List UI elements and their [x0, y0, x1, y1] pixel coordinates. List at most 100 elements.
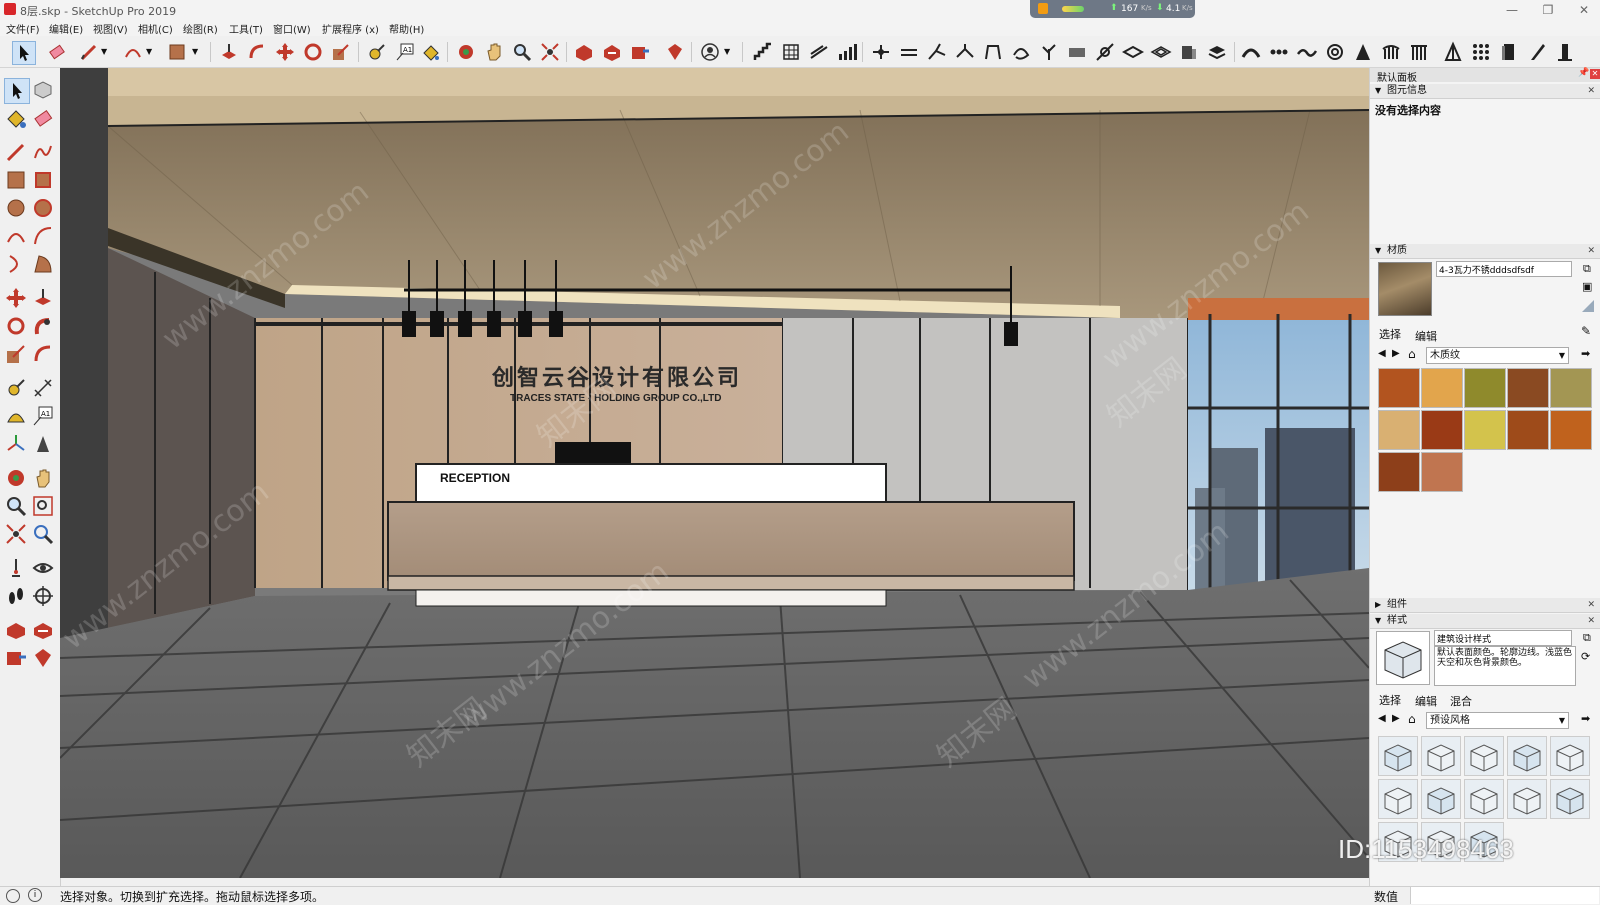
make-component-button[interactable] — [31, 78, 55, 102]
plugin-chamfer-icon[interactable] — [926, 41, 948, 63]
sample-paint-icon[interactable] — [1582, 300, 1594, 312]
offset-tool-button[interactable] — [31, 342, 55, 366]
plugin-stairs-icon[interactable] — [752, 41, 774, 63]
text-tool-button[interactable]: A1 — [394, 41, 416, 63]
warehouse-button[interactable] — [4, 618, 28, 642]
share-model-button[interactable] — [601, 41, 623, 63]
menu-camera[interactable]: 相机(C) — [138, 21, 173, 36]
materials-tab-select[interactable]: 选择 — [1379, 326, 1401, 342]
minimize-button[interactable]: — — [1500, 2, 1524, 18]
paint-bucket-tool-button[interactable] — [4, 106, 28, 130]
follow-me-tool-button[interactable] — [31, 314, 55, 338]
warehouse-button[interactable] — [573, 41, 595, 63]
plugin-ramp-icon[interactable] — [808, 41, 830, 63]
material-swatch[interactable] — [1421, 410, 1463, 450]
style-library-select[interactable]: 预设风格 ▼ — [1426, 712, 1569, 729]
protractor-tool-button[interactable] — [4, 404, 28, 428]
components-header[interactable]: ▶ 组件 ✕ — [1370, 598, 1600, 613]
zoom-extents-tool-button[interactable] — [539, 41, 561, 63]
forward-arrow-icon[interactable]: ▶ — [1392, 713, 1400, 724]
push-pull-tool-button[interactable] — [31, 286, 55, 310]
shape-dropdown-icon[interactable]: ▼ — [192, 47, 198, 56]
style-preset-thumbnail[interactable] — [1464, 736, 1504, 776]
create-style-icon[interactable]: ⧉ — [1583, 631, 1591, 645]
dimension-tool-button[interactable] — [31, 376, 55, 400]
close-window-button[interactable]: ✕ — [1572, 2, 1596, 18]
styles-tab-mix[interactable]: 混合 — [1450, 693, 1472, 709]
position-camera-tool-button[interactable] — [4, 556, 28, 580]
plugin-bars-icon[interactable] — [836, 41, 858, 63]
three-point-arc-tool-button[interactable] — [4, 252, 28, 276]
material-swatch[interactable] — [1421, 452, 1463, 492]
line-tool-button[interactable] — [78, 41, 100, 63]
plugin-triangle-icon[interactable] — [1442, 41, 1464, 63]
plugin-stack-icon[interactable] — [1206, 41, 1228, 63]
pin-icon[interactable]: 📌 — [1578, 68, 1589, 78]
menu-help[interactable]: 帮助(H) — [389, 21, 424, 36]
menu-view[interactable]: 视图(V) — [93, 21, 128, 36]
update-style-icon[interactable]: ⟳ — [1581, 650, 1590, 663]
eyedropper-icon[interactable]: ✎ — [1581, 324, 1591, 338]
materials-tab-edit[interactable]: 编辑 — [1415, 328, 1437, 344]
line-tool-button[interactable] — [4, 140, 28, 164]
plugin-knife-icon[interactable] — [1526, 41, 1548, 63]
style-preset-thumbnail[interactable] — [1421, 779, 1461, 819]
extension-warehouse-button[interactable] — [629, 41, 651, 63]
material-swatch[interactable] — [1378, 410, 1420, 450]
plugin-panel-icon[interactable] — [1066, 41, 1088, 63]
details-arrow-icon[interactable]: ➡ — [1581, 347, 1590, 360]
close-section-icon[interactable]: ✕ — [1587, 244, 1595, 258]
maximize-button[interactable]: ❐ — [1536, 2, 1560, 18]
plugin-bridge-icon[interactable] — [1380, 41, 1402, 63]
polygon-tool-button[interactable] — [31, 196, 55, 220]
style-preset-thumbnail[interactable] — [1378, 779, 1418, 819]
style-preset-thumbnail[interactable] — [1378, 736, 1418, 776]
menu-edit[interactable]: 编辑(E) — [49, 21, 83, 36]
pan-tool-button[interactable] — [31, 466, 55, 490]
account-button[interactable] — [699, 41, 721, 63]
previous-view-button[interactable] — [31, 522, 55, 546]
material-swatch[interactable] — [1550, 368, 1592, 408]
style-preset-thumbnail[interactable] — [1550, 736, 1590, 776]
3d-text-tool-button[interactable] — [31, 432, 55, 456]
arc-dropdown-icon[interactable]: ▼ — [146, 47, 152, 56]
default-material-icon[interactable]: ▣ — [1582, 280, 1592, 293]
tape-measure-tool-button[interactable] — [366, 41, 388, 63]
material-swatch[interactable] — [1378, 368, 1420, 408]
styles-header[interactable]: ▼ 样式 ✕ — [1370, 614, 1600, 629]
material-swatch[interactable] — [1507, 368, 1549, 408]
line-dropdown-icon[interactable]: ▼ — [101, 47, 107, 56]
push-pull-tool-button[interactable] — [218, 41, 240, 63]
material-preview-swatch[interactable] — [1378, 262, 1432, 316]
styles-tab-select[interactable]: 选择 — [1379, 692, 1401, 708]
section-plane-tool-button[interactable] — [31, 584, 55, 608]
style-preset-thumbnail[interactable] — [1550, 779, 1590, 819]
rotate-tool-button[interactable] — [302, 41, 324, 63]
plugin-tree-icon[interactable] — [1038, 41, 1060, 63]
material-swatch[interactable] — [1507, 410, 1549, 450]
ruby-console-button[interactable] — [31, 646, 55, 670]
circle-tool-button[interactable] — [4, 196, 28, 220]
rotated-rectangle-tool-button[interactable] — [31, 168, 55, 192]
plugin-chain-icon[interactable] — [1268, 41, 1290, 63]
rectangle-tool-button[interactable] — [166, 41, 188, 63]
material-swatch[interactable] — [1421, 368, 1463, 408]
select-tool-button[interactable] — [4, 78, 30, 104]
close-tray-button[interactable]: ✕ — [1590, 69, 1600, 79]
arc-tool-button[interactable] — [4, 224, 28, 248]
axes-tool-button[interactable] — [4, 432, 28, 456]
close-section-icon[interactable]: ✕ — [1587, 614, 1595, 628]
tape-measure-tool-button[interactable] — [4, 376, 28, 400]
plugin-box-icon[interactable] — [1178, 41, 1200, 63]
plugin-spline-icon[interactable] — [1094, 41, 1116, 63]
freehand-tool-button[interactable] — [31, 140, 55, 164]
style-thumbnail[interactable] — [1376, 631, 1430, 685]
material-library-select[interactable]: 木质纹 ▼ — [1426, 347, 1569, 364]
material-swatch[interactable] — [1550, 410, 1592, 450]
eraser-tool-button[interactable] — [46, 41, 68, 63]
move-tool-button[interactable] — [274, 41, 296, 63]
paint-bucket-tool-button[interactable] — [420, 41, 442, 63]
style-preset-thumbnail[interactable] — [1464, 779, 1504, 819]
orbit-tool-button[interactable] — [4, 466, 28, 490]
menu-draw[interactable]: 绘图(R) — [183, 21, 218, 36]
